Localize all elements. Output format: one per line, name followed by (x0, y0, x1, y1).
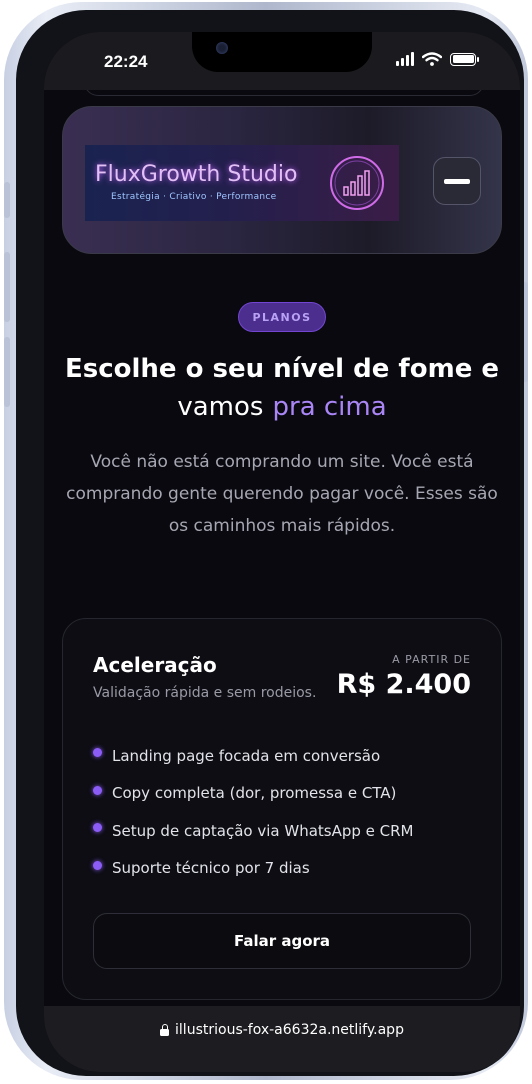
logo-title: FluxGrowth Studio (95, 162, 298, 187)
headline-word: vamos (177, 392, 264, 422)
bullet-dot-icon (93, 785, 102, 795)
url-text: illustrious-fox-a6632a.netlify.app (175, 1022, 404, 1038)
mute-switch (4, 182, 10, 218)
feature-text: Copy completa (dor, promessa e CTA) (112, 784, 397, 803)
status-time: 22:24 (104, 52, 148, 71)
camera (216, 42, 228, 54)
status-icons (396, 52, 479, 66)
headline-line2: vamos pra cima (44, 388, 520, 426)
bullet-dot-icon (93, 748, 102, 758)
section-description: Você não está comprando um site. Você es… (66, 452, 498, 536)
price-label: A PARTIR DE (392, 653, 471, 666)
section-headline: Escolhe o seu nível de fome e vamos pra … (44, 350, 520, 426)
headline-highlight: pra cima (272, 392, 387, 422)
wifi-icon (422, 52, 442, 66)
feature-item: Suporte técnico por 7 dias (93, 850, 414, 888)
feature-text: Suporte técnico por 7 dias (112, 859, 310, 878)
feature-item: Copy completa (dor, promessa e CTA) (93, 775, 414, 813)
feature-item: Landing page focada em conversão (93, 737, 414, 775)
headline-line1: Escolhe o seu nível de fome e (64, 354, 500, 384)
battery-icon (450, 52, 479, 66)
volume-up-button (4, 252, 10, 322)
feature-list: Landing page focada em conversão Copy co… (93, 737, 414, 887)
menu-button[interactable] (433, 157, 481, 205)
phone-bezel: 22:24 FluxGrowth Studio Estratégia · Cri… (16, 10, 524, 1076)
plan-name: Aceleração (93, 653, 217, 677)
growth-chart-icon (330, 156, 384, 210)
talk-now-button[interactable]: Falar agora (93, 913, 471, 969)
site-header: FluxGrowth Studio Estratégia · Criativo … (62, 106, 502, 254)
plan-tagline: Validação rápida e sem rodeios. (93, 685, 317, 701)
screen: 22:24 FluxGrowth Studio Estratégia · Cri… (44, 32, 520, 1072)
phone-frame: 22:24 FluxGrowth Studio Estratégia · Cri… (4, 2, 528, 1080)
volume-down-button (4, 337, 10, 407)
cellular-signal-icon (396, 52, 414, 66)
brand-logo[interactable]: FluxGrowth Studio Estratégia · Criativo … (85, 145, 399, 221)
feature-item: Setup de captação via WhatsApp e CRM (93, 812, 414, 850)
browser-address-bar[interactable]: illustrious-fox-a6632a.netlify.app (44, 1006, 520, 1072)
plan-card: Aceleração Validação rápida e sem rodeio… (62, 618, 502, 1000)
bullet-dot-icon (93, 860, 102, 870)
url-display[interactable]: illustrious-fox-a6632a.netlify.app (160, 1020, 404, 1040)
feature-text: Landing page focada em conversão (112, 746, 381, 765)
logo-subtitle: Estratégia · Criativo · Performance (111, 192, 277, 202)
section-badge: PLANOS (238, 302, 326, 332)
lock-icon (160, 1024, 170, 1036)
plan-price: R$ 2.400 (336, 669, 471, 700)
feature-text: Setup de captação via WhatsApp e CRM (112, 821, 414, 840)
bullet-dot-icon (93, 823, 102, 833)
notch (192, 32, 372, 72)
menu-icon (444, 178, 470, 184)
